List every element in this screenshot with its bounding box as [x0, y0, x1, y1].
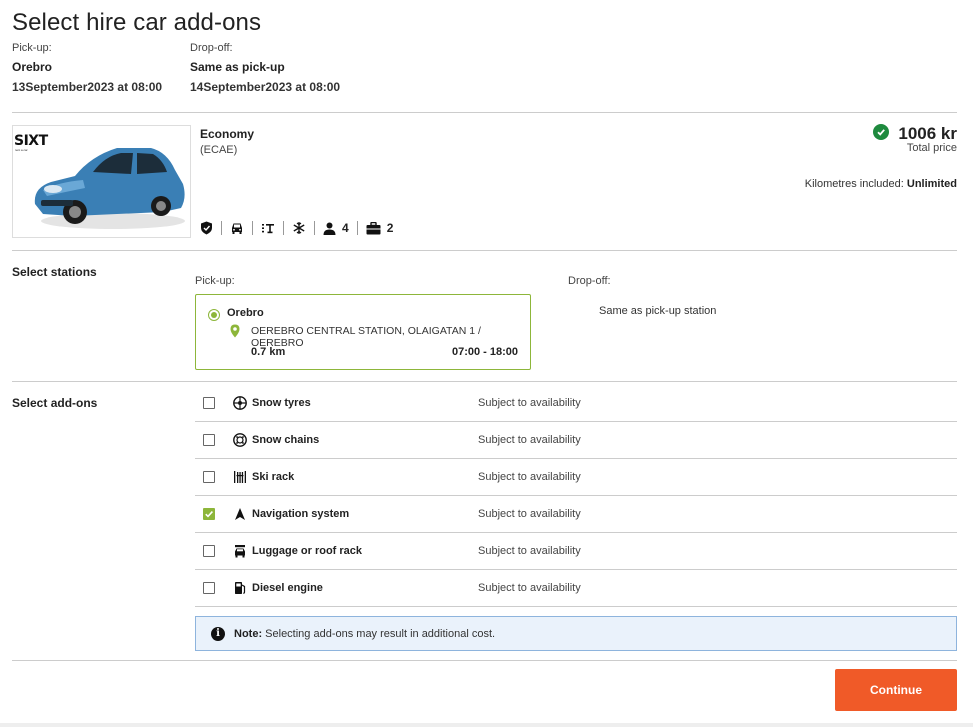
- car-code: (ECAE): [200, 144, 238, 156]
- feature-luggage: 2: [356, 221, 402, 235]
- person-icon: [323, 222, 336, 235]
- addons-note: i Note: Selecting add-ons may result in …: [195, 616, 957, 651]
- addon-availability: Subject to availability: [478, 508, 581, 520]
- transmission-icon: [262, 224, 274, 234]
- pickup-label: Pick-up:: [12, 42, 52, 54]
- addon-checkbox[interactable]: [203, 582, 215, 594]
- addon-availability: Subject to availability: [478, 471, 581, 483]
- page-title: Select hire car add-ons: [12, 9, 262, 36]
- addon-row-roof-rack[interactable]: Luggage or roof rack Subject to availabi…: [195, 533, 957, 570]
- luggage-count: 2: [386, 221, 394, 235]
- car-illustration: [34, 148, 185, 229]
- addons-section-label: Select add-ons: [12, 396, 98, 410]
- divider: [12, 381, 957, 382]
- addon-name: Luggage or roof rack: [252, 545, 363, 557]
- addon-row-snow-chains[interactable]: Snow chains Subject to availability: [195, 422, 957, 459]
- feature-car-type: [221, 221, 252, 235]
- divider: [12, 112, 957, 113]
- check-circle-icon: [873, 124, 890, 140]
- station-radio[interactable]: [208, 309, 220, 321]
- addon-checkbox[interactable]: [203, 471, 215, 483]
- tyre-icon: [233, 396, 247, 410]
- addon-row-diesel-engine[interactable]: Diesel engine Subject to availability: [195, 570, 957, 607]
- dropoff-location: Same as pick-up: [190, 60, 285, 74]
- dropoff-label: Drop-off:: [190, 42, 233, 54]
- feature-insurance: [200, 221, 221, 235]
- car-image: SIXT rent a car: [12, 125, 191, 238]
- location-pin-icon: [230, 324, 240, 338]
- pickup-location: Orebro: [12, 60, 53, 74]
- note-body: Selecting add-ons may result in addition…: [262, 627, 496, 640]
- addon-availability: Subject to availability: [478, 582, 581, 594]
- seats-count: 4: [342, 221, 349, 235]
- stations-section-label: Select stations: [12, 265, 97, 279]
- addon-row-ski-rack[interactable]: Ski rack Subject to availability: [195, 459, 957, 496]
- trip-pickup: Pick-up: Orebro 13September2023 at 08:00: [12, 42, 162, 94]
- checkmark-icon: [205, 511, 213, 518]
- km-value: Unlimited: [906, 178, 957, 190]
- total-price: 1006 kr: [898, 124, 957, 143]
- pickup-datetime: 13September2023 at 08:00: [12, 80, 163, 94]
- km-label: Kilometres included:: [804, 178, 904, 190]
- station-dropoff-label: Drop-off:: [568, 275, 611, 287]
- note-bold: Note:: [234, 627, 263, 640]
- dropoff-station-text: Same as pick-up station: [599, 305, 717, 317]
- car-category: Economy: [200, 127, 255, 141]
- car-front-icon: [232, 223, 242, 234]
- station-hours: 07:00 - 18:00: [451, 346, 518, 358]
- addon-name: Snow tyres: [252, 397, 311, 409]
- price-row: 1006 kr: [873, 124, 957, 144]
- feature-air-conditioning: [283, 221, 314, 235]
- addon-name: Navigation system: [252, 508, 350, 520]
- divider: [12, 250, 957, 251]
- addon-row-snow-tyres[interactable]: Snow tyres Subject to availability: [195, 385, 957, 422]
- pickup-station-card[interactable]: Orebro OEREBRO CENTRAL STATION, OLAIGATA…: [195, 294, 531, 370]
- station-pickup-label: Pick-up:: [195, 275, 235, 287]
- addon-availability: Subject to availability: [478, 545, 581, 557]
- addon-availability: Subject to availability: [478, 397, 581, 409]
- divider: [12, 660, 957, 661]
- shield-icon: [201, 221, 212, 235]
- addon-checkbox[interactable]: [203, 397, 215, 409]
- addon-row-navigation-system[interactable]: Navigation system Subject to availabilit…: [195, 496, 957, 533]
- addon-checkbox[interactable]: [203, 545, 215, 557]
- car-features: 4 2: [200, 220, 401, 236]
- luggage-icon: [366, 221, 381, 234]
- info-icon: i: [211, 626, 225, 641]
- addon-name: Diesel engine: [252, 582, 323, 594]
- bottom-strip: [0, 723, 973, 727]
- addon-checkbox[interactable]: [203, 434, 215, 446]
- trip-dropoff: Drop-off: Same as pick-up 14September202…: [190, 42, 340, 94]
- roof-rack-icon: [235, 545, 245, 558]
- addon-checkbox-checked[interactable]: [203, 508, 215, 520]
- station-distance: 0.7 km: [251, 346, 286, 358]
- addon-availability: Subject to availability: [478, 434, 581, 446]
- addon-name: Ski rack: [252, 471, 295, 483]
- feature-seats: 4: [314, 221, 357, 235]
- kilometres-included: Kilometres included: Unlimited: [805, 178, 957, 190]
- addon-name: Snow chains: [252, 434, 320, 446]
- dropoff-datetime: 14September2023 at 08:00: [190, 80, 341, 94]
- total-price-label: Total price: [906, 142, 957, 154]
- continue-button[interactable]: Continue: [835, 669, 957, 711]
- navigation-arrow-icon: [235, 508, 245, 520]
- snow-chain-icon: [233, 433, 247, 447]
- ski-rack-icon: [234, 471, 246, 483]
- feature-transmission: [252, 221, 283, 235]
- note-text: Note: Selecting add-ons may result in ad…: [234, 628, 495, 640]
- snowflake-icon: [293, 222, 305, 234]
- fuel-pump-icon: [235, 582, 246, 594]
- station-name: Orebro: [227, 307, 264, 319]
